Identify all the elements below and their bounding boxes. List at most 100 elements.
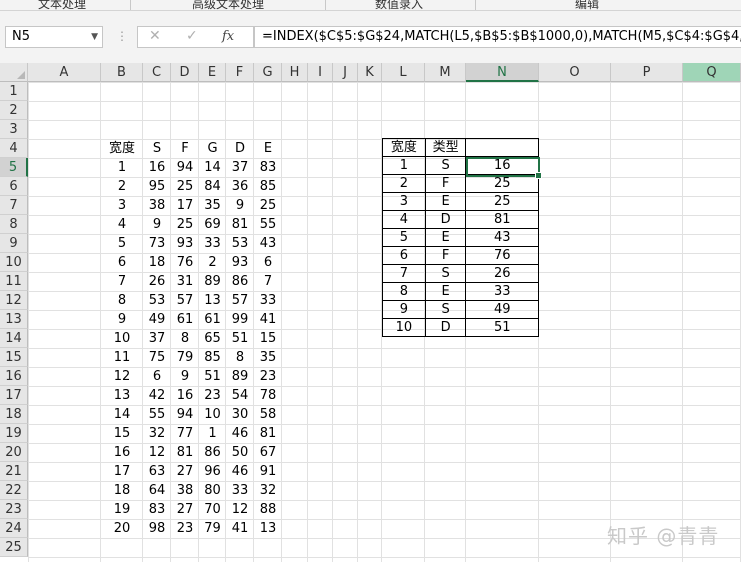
- source-data-cell[interactable]: 37: [226, 158, 254, 177]
- column-header-A[interactable]: A: [28, 63, 101, 82]
- source-data-cell[interactable]: 55: [143, 405, 171, 424]
- row-header-9[interactable]: 9: [0, 234, 28, 253]
- source-data-cell[interactable]: 94: [171, 158, 199, 177]
- source-data-cell[interactable]: 6: [143, 367, 171, 386]
- source-data-cell[interactable]: 89: [226, 367, 254, 386]
- lookup-header-cell[interactable]: 类型: [424, 138, 467, 157]
- source-data-cell[interactable]: 6: [254, 253, 282, 272]
- lookup-key-cell[interactable]: S: [424, 156, 467, 175]
- source-data-cell[interactable]: 27: [171, 462, 199, 481]
- column-header-C[interactable]: C: [143, 63, 171, 82]
- source-data-cell[interactable]: 32: [254, 481, 282, 500]
- source-data-cell[interactable]: 13: [199, 291, 226, 310]
- source-data-cell[interactable]: 36: [226, 177, 254, 196]
- source-header-cell[interactable]: S: [143, 139, 171, 158]
- source-data-cell[interactable]: 85: [254, 177, 282, 196]
- source-data-cell[interactable]: 42: [143, 386, 171, 405]
- source-data-cell[interactable]: 32: [143, 424, 171, 443]
- column-header-G[interactable]: G: [254, 63, 282, 82]
- source-data-cell[interactable]: 12: [101, 367, 143, 386]
- source-data-cell[interactable]: 4: [101, 215, 143, 234]
- source-data-cell[interactable]: 8: [226, 348, 254, 367]
- source-data-cell[interactable]: 18: [101, 481, 143, 500]
- source-data-cell[interactable]: 25: [254, 196, 282, 215]
- source-data-cell[interactable]: 38: [171, 481, 199, 500]
- source-data-cell[interactable]: 23: [171, 519, 199, 538]
- row-header-16[interactable]: 16: [0, 367, 28, 386]
- source-data-cell[interactable]: 98: [143, 519, 171, 538]
- name-box[interactable]: N5 ▼: [5, 26, 103, 48]
- source-data-cell[interactable]: 76: [171, 253, 199, 272]
- lookup-key-cell[interactable]: 7: [382, 264, 426, 283]
- column-header-N[interactable]: N: [466, 63, 539, 82]
- source-data-cell[interactable]: 15: [101, 424, 143, 443]
- lookup-key-cell[interactable]: 10: [382, 318, 426, 337]
- source-data-cell[interactable]: 79: [199, 519, 226, 538]
- check-icon[interactable]: ✓: [186, 28, 198, 44]
- source-data-cell[interactable]: 93: [171, 234, 199, 253]
- source-data-cell[interactable]: 81: [254, 424, 282, 443]
- source-data-cell[interactable]: 57: [226, 291, 254, 310]
- source-data-cell[interactable]: 86: [199, 443, 226, 462]
- source-data-cell[interactable]: 49: [143, 310, 171, 329]
- source-header-cell[interactable]: D: [226, 139, 254, 158]
- source-data-cell[interactable]: 10: [101, 329, 143, 348]
- source-data-cell[interactable]: 88: [254, 500, 282, 519]
- source-data-cell[interactable]: 9: [171, 367, 199, 386]
- source-data-cell[interactable]: 96: [199, 462, 226, 481]
- source-data-cell[interactable]: 33: [199, 234, 226, 253]
- column-header-E[interactable]: E: [199, 63, 226, 82]
- source-data-cell[interactable]: 78: [254, 386, 282, 405]
- source-data-cell[interactable]: 8: [101, 291, 143, 310]
- source-data-cell[interactable]: 7: [101, 272, 143, 291]
- column-header-H[interactable]: H: [282, 63, 308, 82]
- source-data-cell[interactable]: 12: [226, 500, 254, 519]
- column-header-I[interactable]: I: [308, 63, 333, 82]
- source-data-cell[interactable]: 51: [199, 367, 226, 386]
- row-header-20[interactable]: 20: [0, 443, 28, 462]
- row-header-11[interactable]: 11: [0, 272, 28, 291]
- row-header-15[interactable]: 15: [0, 348, 28, 367]
- row-header-3[interactable]: 3: [0, 120, 28, 139]
- source-data-cell[interactable]: 83: [143, 500, 171, 519]
- row-header-21[interactable]: 21: [0, 462, 28, 481]
- row-header-4[interactable]: 4: [0, 139, 28, 158]
- source-data-cell[interactable]: 46: [226, 424, 254, 443]
- source-data-cell[interactable]: 27: [171, 500, 199, 519]
- source-data-cell[interactable]: 7: [254, 272, 282, 291]
- row-header-1[interactable]: 1: [0, 82, 28, 101]
- lookup-result-cell[interactable]: 25: [465, 174, 539, 193]
- source-data-cell[interactable]: 35: [199, 196, 226, 215]
- row-header-25[interactable]: 25: [0, 538, 28, 557]
- lookup-result-cell[interactable]: 43: [465, 228, 539, 247]
- source-data-cell[interactable]: 11: [101, 348, 143, 367]
- source-data-cell[interactable]: 17: [101, 462, 143, 481]
- more-vertical-icon[interactable]: ⋮: [116, 29, 128, 43]
- row-header-24[interactable]: 24: [0, 519, 28, 538]
- lookup-key-cell[interactable]: F: [424, 174, 467, 193]
- row-header-12[interactable]: 12: [0, 291, 28, 310]
- source-data-cell[interactable]: 50: [226, 443, 254, 462]
- source-data-cell[interactable]: 17: [171, 196, 199, 215]
- row-header-19[interactable]: 19: [0, 424, 28, 443]
- column-header-O[interactable]: O: [539, 63, 611, 82]
- source-data-cell[interactable]: 95: [143, 177, 171, 196]
- lookup-key-cell[interactable]: D: [424, 210, 467, 229]
- ribbon-group-text-processing[interactable]: 文本处理: [38, 0, 86, 10]
- lookup-header-cell[interactable]: 宽度: [382, 138, 426, 157]
- source-data-cell[interactable]: 19: [101, 500, 143, 519]
- source-data-cell[interactable]: 14: [101, 405, 143, 424]
- row-header-17[interactable]: 17: [0, 386, 28, 405]
- source-data-cell[interactable]: 91: [254, 462, 282, 481]
- source-data-cell[interactable]: 79: [171, 348, 199, 367]
- source-data-cell[interactable]: 10: [199, 405, 226, 424]
- lookup-key-cell[interactable]: 9: [382, 300, 426, 319]
- source-data-cell[interactable]: 83: [254, 158, 282, 177]
- formula-input[interactable]: =INDEX($C$5:$G$24,MATCH(L5,$B$5:$B$1000,…: [254, 26, 741, 48]
- source-data-cell[interactable]: 93: [226, 253, 254, 272]
- source-data-cell[interactable]: 5: [101, 234, 143, 253]
- source-data-cell[interactable]: 86: [226, 272, 254, 291]
- source-data-cell[interactable]: 13: [254, 519, 282, 538]
- lookup-key-cell[interactable]: 3: [382, 192, 426, 211]
- source-data-cell[interactable]: 94: [171, 405, 199, 424]
